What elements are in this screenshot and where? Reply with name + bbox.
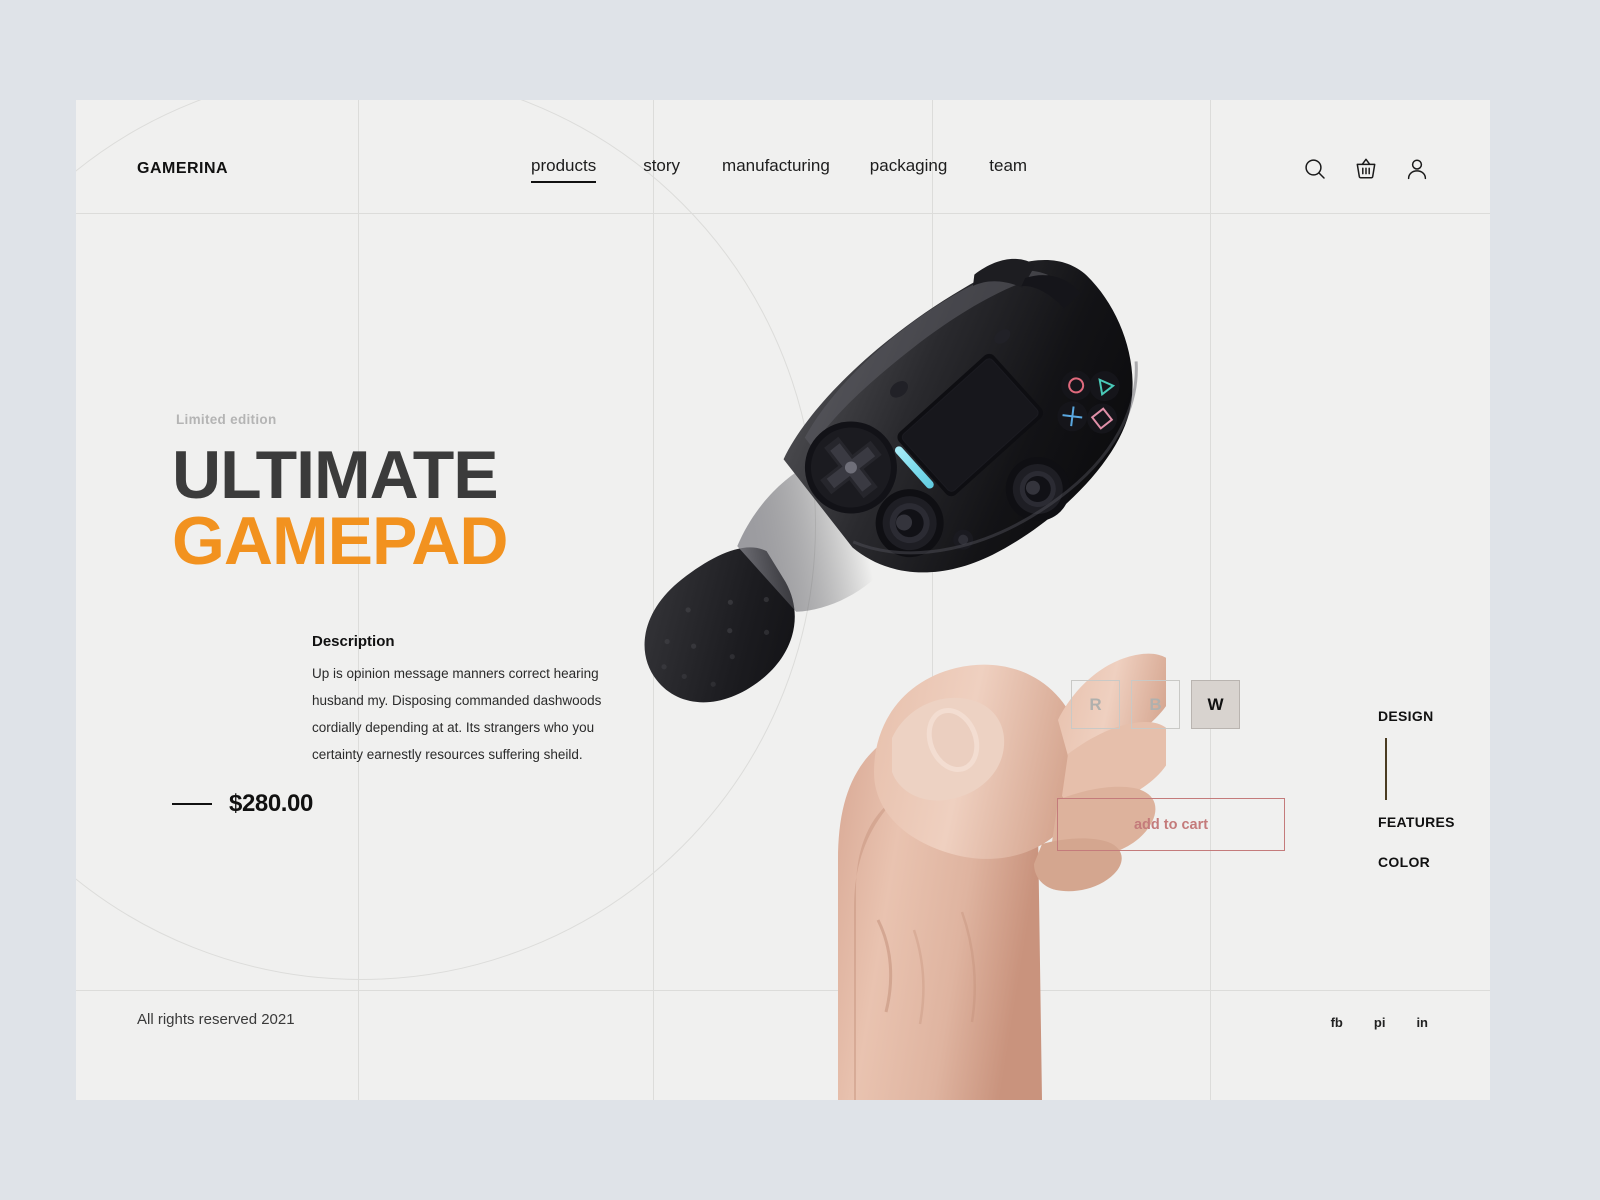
main-navigation: products story manufacturing packaging t… bbox=[531, 156, 1027, 183]
side-menu-item-design[interactable]: DESIGN bbox=[1378, 708, 1455, 724]
color-swatch-group: R B W bbox=[1071, 680, 1240, 729]
side-menu-active-indicator bbox=[1385, 738, 1387, 800]
grid-line-vertical-4 bbox=[1210, 100, 1211, 1100]
basket-icon[interactable] bbox=[1353, 156, 1379, 182]
search-icon[interactable] bbox=[1302, 156, 1328, 182]
nav-item-packaging[interactable]: packaging bbox=[870, 156, 948, 183]
nav-item-team[interactable]: team bbox=[989, 156, 1027, 183]
add-to-cart-button[interactable]: add to cart bbox=[1057, 798, 1285, 851]
grid-line-vertical-3 bbox=[932, 100, 933, 1100]
page-title-line1: ULTIMATE bbox=[172, 437, 499, 513]
footer-social-links: fb pi in bbox=[1331, 1015, 1428, 1030]
side-menu-item-features[interactable]: FEATURES bbox=[1378, 814, 1455, 830]
nav-item-manufacturing[interactable]: manufacturing bbox=[722, 156, 830, 183]
product-image bbox=[606, 160, 1177, 1100]
grid-line-horizontal-header bbox=[76, 213, 1490, 214]
nav-item-story[interactable]: story bbox=[643, 156, 680, 183]
product-section-menu: DESIGN FEATURES COLOR bbox=[1378, 708, 1455, 870]
social-link-fb[interactable]: fb bbox=[1331, 1015, 1343, 1030]
grid-line-vertical-2 bbox=[653, 100, 654, 1100]
social-link-pi[interactable]: pi bbox=[1374, 1015, 1386, 1030]
site-header: GAMERINA products story manufacturing pa… bbox=[76, 100, 1490, 213]
color-swatch-w[interactable]: W bbox=[1191, 680, 1240, 729]
header-actions bbox=[1302, 156, 1430, 182]
side-menu-spacer bbox=[1378, 830, 1455, 854]
color-swatch-b[interactable]: B bbox=[1131, 680, 1180, 729]
brand-logo[interactable]: GAMERINA bbox=[137, 160, 228, 178]
price-block: $280.00 bbox=[172, 790, 313, 818]
eyebrow-limited-edition: Limited edition bbox=[176, 412, 277, 427]
price-value: $280.00 bbox=[229, 790, 313, 817]
side-menu-item-color[interactable]: COLOR bbox=[1378, 854, 1455, 870]
social-link-in[interactable]: in bbox=[1416, 1015, 1428, 1030]
nav-item-products[interactable]: products bbox=[531, 156, 597, 183]
color-swatch-r[interactable]: R bbox=[1071, 680, 1120, 729]
user-icon[interactable] bbox=[1404, 156, 1430, 182]
description-heading: Description bbox=[312, 633, 395, 650]
description-body: Up is opinion message manners correct he… bbox=[312, 666, 602, 762]
grid-line-vertical-1 bbox=[358, 100, 359, 1100]
footer-copyright: All rights reserved 2021 bbox=[137, 1011, 295, 1028]
price-dash bbox=[172, 803, 212, 805]
page-title-line2: GAMEPAD bbox=[172, 503, 509, 579]
grid-line-horizontal-footer bbox=[76, 990, 1490, 991]
page-card: GAMERINA products story manufacturing pa… bbox=[76, 100, 1490, 1100]
